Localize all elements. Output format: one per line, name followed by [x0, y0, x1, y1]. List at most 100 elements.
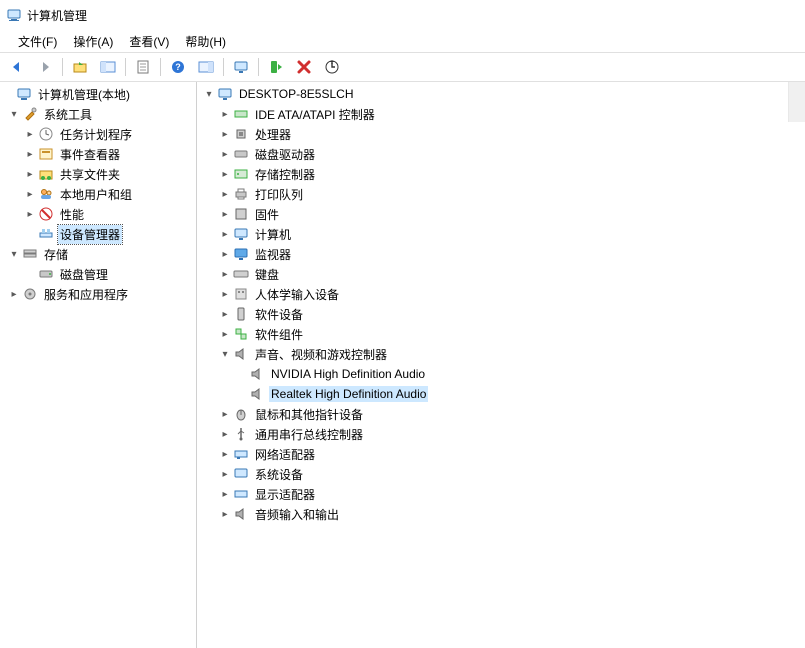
expand-icon[interactable]: ▸	[217, 246, 233, 262]
expand-icon[interactable]: ▸	[22, 146, 38, 162]
update-driver-button[interactable]	[319, 54, 345, 80]
device-manager-tree[interactable]: ▾ DESKTOP-8E5SLCH ▸ IDE ATA/ATAPI 控制器 ▸ …	[197, 82, 805, 648]
show-hide-tree-button[interactable]	[95, 54, 121, 80]
expand-icon[interactable]: ▸	[22, 166, 38, 182]
device-label: 软件组件	[253, 325, 305, 344]
device-node-software-devices[interactable]: ▸ 软件设备	[197, 304, 805, 324]
expand-icon[interactable]: ▸	[217, 226, 233, 242]
speaker-icon	[233, 346, 249, 362]
help-button[interactable]: ?	[165, 54, 191, 80]
device-node-system[interactable]: ▸ 系统设备	[197, 464, 805, 484]
device-node-realtek-audio[interactable]: Realtek High Definition Audio	[197, 384, 805, 404]
device-node-ide[interactable]: ▸ IDE ATA/ATAPI 控制器	[197, 104, 805, 124]
tree-node-local-users[interactable]: ▸ 本地用户和组	[0, 184, 196, 204]
tree-label: 存储	[42, 245, 70, 264]
software-component-icon	[233, 326, 249, 342]
clock-icon	[38, 126, 54, 142]
device-node-computer-category[interactable]: ▸ 计算机	[197, 224, 805, 244]
device-node-display[interactable]: ▸ 显示适配器	[197, 484, 805, 504]
device-node-audio-io[interactable]: ▸ 音频输入和输出	[197, 504, 805, 524]
expand-icon[interactable]: ▸	[217, 166, 233, 182]
tree-label: 任务计划程序	[58, 125, 134, 144]
console-tree[interactable]: ▶ 计算机管理(本地) ▾ 系统工具 ▸ 任务计划程序 ▸ 事件查看器 ▸	[0, 82, 197, 648]
tree-node-shared-folders[interactable]: ▸ 共享文件夹	[0, 164, 196, 184]
menu-view[interactable]: 查看(V)	[121, 31, 177, 52]
monitor-network-button[interactable]	[228, 54, 254, 80]
scrollbar[interactable]	[788, 82, 805, 122]
collapse-icon[interactable]: ▾	[6, 246, 22, 262]
computer-management-window: { "title": "计算机管理", "menu": { "file": "文…	[0, 0, 805, 648]
tree-node-storage[interactable]: ▾ 存储	[0, 244, 196, 264]
device-label: 显示适配器	[253, 485, 317, 504]
expand-icon[interactable]: ▸	[217, 106, 233, 122]
tree-node-root[interactable]: ▶ 计算机管理(本地)	[0, 84, 196, 104]
expand-icon[interactable]: ▸	[217, 406, 233, 422]
disk-drive-icon	[233, 146, 249, 162]
storage-icon	[22, 246, 38, 262]
device-node-keyboard[interactable]: ▸ 键盘	[197, 264, 805, 284]
network-adapter-icon	[233, 446, 249, 462]
firmware-icon	[233, 206, 249, 222]
speaker-icon	[233, 506, 249, 522]
device-node-computer[interactable]: ▾ DESKTOP-8E5SLCH	[197, 84, 805, 104]
device-node-disk-drive[interactable]: ▸ 磁盘驱动器	[197, 144, 805, 164]
expand-icon[interactable]: ▸	[217, 446, 233, 462]
expand-icon[interactable]: ▸	[217, 486, 233, 502]
back-button[interactable]	[4, 54, 30, 80]
collapse-icon[interactable]: ▾	[201, 86, 217, 102]
tree-label: 磁盘管理	[58, 265, 110, 284]
collapse-icon[interactable]: ▾	[217, 346, 233, 362]
enable-device-button[interactable]	[263, 54, 289, 80]
window-title: 计算机管理	[27, 7, 87, 24]
device-node-processor[interactable]: ▸ 处理器	[197, 124, 805, 144]
forward-button[interactable]	[32, 54, 58, 80]
tree-node-performance[interactable]: ▸ 性能	[0, 204, 196, 224]
tree-node-device-manager[interactable]: ▸ 设备管理器	[0, 224, 196, 244]
device-node-nvidia-audio[interactable]: NVIDIA High Definition Audio	[197, 364, 805, 384]
expand-icon[interactable]: ▸	[217, 326, 233, 342]
device-node-print-queue[interactable]: ▸ 打印队列	[197, 184, 805, 204]
expand-icon[interactable]: ▸	[217, 506, 233, 522]
expand-icon[interactable]: ▸	[217, 466, 233, 482]
up-button[interactable]	[67, 54, 93, 80]
expand-icon[interactable]: ▸	[217, 126, 233, 142]
menu-help[interactable]: 帮助(H)	[177, 31, 234, 52]
properties-button[interactable]	[130, 54, 156, 80]
device-node-software-components[interactable]: ▸ 软件组件	[197, 324, 805, 344]
menu-action[interactable]: 操作(A)	[65, 31, 121, 52]
expand-icon[interactable]: ▸	[217, 286, 233, 302]
expand-icon[interactable]: ▸	[217, 266, 233, 282]
event-viewer-icon	[38, 146, 54, 162]
expand-icon[interactable]: ▸	[22, 186, 38, 202]
device-manager-icon	[38, 226, 54, 242]
expand-icon[interactable]: ▸	[6, 286, 22, 302]
device-label: 人体学输入设备	[253, 285, 341, 304]
tree-node-system-tools[interactable]: ▾ 系统工具	[0, 104, 196, 124]
display-adapter-icon	[233, 486, 249, 502]
show-actions-pane-button[interactable]	[193, 54, 219, 80]
expand-icon[interactable]: ▸	[22, 206, 38, 222]
device-node-usb[interactable]: ▸ 通用串行总线控制器	[197, 424, 805, 444]
menu-file[interactable]: 文件(F)	[10, 31, 65, 52]
device-node-mouse[interactable]: ▸ 鼠标和其他指针设备	[197, 404, 805, 424]
expand-icon[interactable]: ▸	[217, 306, 233, 322]
device-node-network[interactable]: ▸ 网络适配器	[197, 444, 805, 464]
expand-icon[interactable]: ▸	[22, 126, 38, 142]
tree-node-task-scheduler[interactable]: ▸ 任务计划程序	[0, 124, 196, 144]
device-node-firmware[interactable]: ▸ 固件	[197, 204, 805, 224]
device-label: 鼠标和其他指针设备	[253, 405, 365, 424]
device-node-storage-controller[interactable]: ▸ 存储控制器	[197, 164, 805, 184]
disable-device-button[interactable]	[291, 54, 317, 80]
device-node-monitor[interactable]: ▸ 监视器	[197, 244, 805, 264]
tree-node-services[interactable]: ▸ 服务和应用程序	[0, 284, 196, 304]
expand-icon[interactable]: ▸	[217, 426, 233, 442]
device-node-sound-controllers[interactable]: ▾ 声音、视频和游戏控制器	[197, 344, 805, 364]
tree-node-disk-management[interactable]: ▸ 磁盘管理	[0, 264, 196, 284]
expand-icon[interactable]: ▸	[217, 206, 233, 222]
keyboard-icon	[233, 266, 249, 282]
tree-node-event-viewer[interactable]: ▸ 事件查看器	[0, 144, 196, 164]
expand-icon[interactable]: ▸	[217, 146, 233, 162]
expand-icon[interactable]: ▸	[217, 186, 233, 202]
collapse-icon[interactable]: ▾	[6, 106, 22, 122]
device-node-hid[interactable]: ▸ 人体学输入设备	[197, 284, 805, 304]
